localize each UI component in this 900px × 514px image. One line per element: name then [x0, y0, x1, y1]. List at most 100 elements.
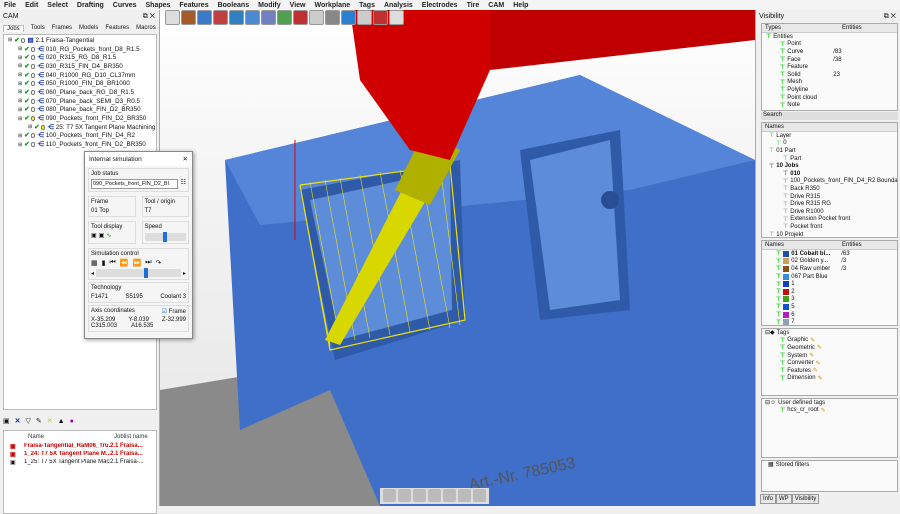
- tool-icon[interactable]: [473, 489, 486, 502]
- visible-icon[interactable]: ⊤: [776, 296, 781, 303]
- expand-icon[interactable]: ⊞: [18, 107, 22, 113]
- skip-start-icon[interactable]: ⏮: [109, 259, 115, 267]
- col-names[interactable]: Names: [762, 124, 784, 130]
- bulb-icon[interactable]: [31, 116, 36, 122]
- layer-icon[interactable]: ⊤: [783, 201, 788, 208]
- type-item[interactable]: ⊤ Polyline: [762, 86, 897, 94]
- pencil-icon[interactable]: ✎: [809, 352, 814, 359]
- menu-select[interactable]: Select: [47, 2, 68, 9]
- visible-icon[interactable]: ⊤: [776, 258, 781, 265]
- tag-item[interactable]: ⊤ Graphic ✎: [762, 337, 897, 345]
- tab-macros[interactable]: Macros: [136, 25, 156, 31]
- layer-icon[interactable]: ⊤: [783, 193, 788, 200]
- close-icon[interactable]: ✕: [183, 155, 188, 163]
- 3d-viewport[interactable]: Art.-Nr. 785053: [160, 10, 755, 506]
- toolpath-icon[interactable]: ∿: [106, 232, 111, 239]
- delete-icon[interactable]: ✕: [15, 417, 21, 425]
- color-item[interactable]: ⊤ 02 Golden y.../3: [762, 258, 897, 266]
- layer-item[interactable]: ⊤ Layer: [762, 132, 897, 140]
- bulb-icon[interactable]: [31, 98, 36, 104]
- visible-icon[interactable]: ⊤: [780, 360, 785, 367]
- check-icon[interactable]: ✔: [24, 80, 29, 87]
- col-name[interactable]: Name: [28, 434, 114, 440]
- toolbar-button-3[interactable]: [213, 10, 228, 25]
- color-item[interactable]: ⊤ 01 Cobalt bl.../63: [762, 250, 897, 258]
- jobs-icon[interactable]: ☷: [181, 179, 186, 189]
- view-icon[interactable]: [383, 489, 396, 502]
- expand-icon[interactable]: ⊞: [18, 55, 22, 61]
- layer-item[interactable]: ⊤ Back R350: [762, 185, 897, 193]
- visible-icon[interactable]: ⊤: [780, 344, 785, 351]
- type-item[interactable]: ⊤ Feature: [762, 63, 897, 71]
- pencil-icon[interactable]: ✎: [810, 337, 815, 344]
- layer-icon[interactable]: ⊤: [783, 216, 788, 223]
- step-forward-icon[interactable]: ⏩: [133, 259, 142, 267]
- layer-item[interactable]: ⊤ Part: [762, 155, 897, 163]
- job-tree-item[interactable]: ⊞ ✔ ⋲ 050_R1000_FIN_D8_BR1000: [4, 79, 156, 88]
- layer-item[interactable]: ⊤ 01 Part: [762, 147, 897, 155]
- check-icon[interactable]: ✔: [14, 37, 19, 44]
- menu-shapes[interactable]: Shapes: [146, 2, 171, 9]
- toolbar-button-14[interactable]: [389, 10, 404, 25]
- layer-icon[interactable]: ⊤: [769, 163, 774, 170]
- job-tree-item[interactable]: ⊞ ✔ ⋲ 090_Pockets_front_FIN_D2_BR350: [4, 114, 156, 123]
- visible-icon[interactable]: ⊤: [780, 71, 785, 78]
- job-tree-item[interactable]: ⊞ ✔ ⋲ 25: T7 5X Tangent Plane Machining: [4, 123, 156, 132]
- type-item[interactable]: ⊤ Mesh: [762, 79, 897, 87]
- skip-end-icon[interactable]: ⏭: [145, 259, 151, 267]
- visible-icon[interactable]: ⊤: [776, 303, 781, 310]
- visible-icon[interactable]: ⊤: [780, 407, 785, 414]
- color-icon[interactable]: [458, 489, 471, 502]
- pencil-icon[interactable]: ✎: [821, 407, 826, 414]
- toolbar-button-4[interactable]: [229, 10, 244, 25]
- job-status-select[interactable]: 090_Pockets_front_FIN_D2_BI: [91, 179, 178, 189]
- color-item[interactable]: ⊤ 1: [762, 280, 897, 288]
- pencil-icon[interactable]: ✎: [816, 360, 821, 367]
- layer-item[interactable]: ⊤ 10 Projekt: [762, 231, 897, 237]
- bulb-icon[interactable]: [21, 37, 26, 43]
- layer-item[interactable]: ⊤ Drive R315 RG: [762, 200, 897, 208]
- tab-tools[interactable]: Tools: [31, 25, 45, 31]
- expand-icon[interactable]: ⊞: [28, 124, 32, 130]
- visible-icon[interactable]: ⊤: [776, 311, 781, 318]
- user-tag-item[interactable]: ⊤ hcs_cr_root ✎: [762, 407, 897, 415]
- visible-icon[interactable]: ⊤: [776, 288, 781, 295]
- step-back-icon[interactable]: ⏪: [120, 259, 129, 267]
- filter-icon[interactable]: ▽: [26, 417, 31, 425]
- check-icon[interactable]: ✔: [24, 89, 29, 96]
- type-item[interactable]: ⊤ Curve/83: [762, 48, 897, 56]
- tag-item[interactable]: ⊤ Geometric ✎: [762, 344, 897, 352]
- layer-icon[interactable]: ⊤: [783, 208, 788, 215]
- search-field[interactable]: Search: [761, 112, 898, 120]
- menu-modify[interactable]: Modify: [258, 2, 281, 9]
- bulb-icon[interactable]: [31, 107, 36, 113]
- expand-icon[interactable]: ⊞: [18, 116, 22, 122]
- type-item[interactable]: ⊤ Face/38: [762, 56, 897, 64]
- type-item[interactable]: ⊤ Note: [762, 101, 897, 109]
- expand-icon[interactable]: ⊞: [8, 37, 12, 43]
- job-tree-item[interactable]: ⊞ ✔ ⋲ 010_RG_Pockets_front_D8_R1.5: [4, 45, 156, 54]
- color-item[interactable]: ⊤ 7: [762, 318, 897, 325]
- expand-icon[interactable]: ⊞: [18, 133, 22, 139]
- tag-item[interactable]: ⊤ System ✎: [762, 352, 897, 360]
- col-entities[interactable]: Entities: [842, 25, 862, 31]
- menu-curves[interactable]: Curves: [113, 2, 137, 9]
- visible-icon[interactable]: ⊤: [776, 319, 781, 325]
- user-icon[interactable]: ⊟☺: [765, 399, 776, 406]
- sim-stop-icon[interactable]: ▮: [102, 259, 106, 267]
- menu-features[interactable]: Features: [179, 2, 208, 9]
- check-icon[interactable]: ✔: [24, 106, 29, 113]
- tab-info[interactable]: Info: [760, 494, 777, 504]
- bulb-icon[interactable]: [31, 46, 36, 52]
- menu-drafting[interactable]: Drafting: [77, 2, 104, 9]
- toolbar-button-8[interactable]: [293, 10, 308, 25]
- color-item[interactable]: ⊤ 5: [762, 303, 897, 311]
- menu-electrodes[interactable]: Electrodes: [422, 2, 458, 9]
- visible-icon[interactable]: ⊤: [780, 56, 785, 63]
- job-tree-item[interactable]: ⊞ ✔ ⋲ 030_R315_FIN_D4_BR350: [4, 62, 156, 71]
- frame-checkbox[interactable]: ☑ Frame: [162, 308, 186, 315]
- toolbar-button-2[interactable]: [197, 10, 212, 25]
- tab-features[interactable]: Features: [105, 25, 129, 31]
- layer-item[interactable]: ⊤ Drive R1000: [762, 208, 897, 216]
- visible-icon[interactable]: ⊤: [780, 86, 785, 93]
